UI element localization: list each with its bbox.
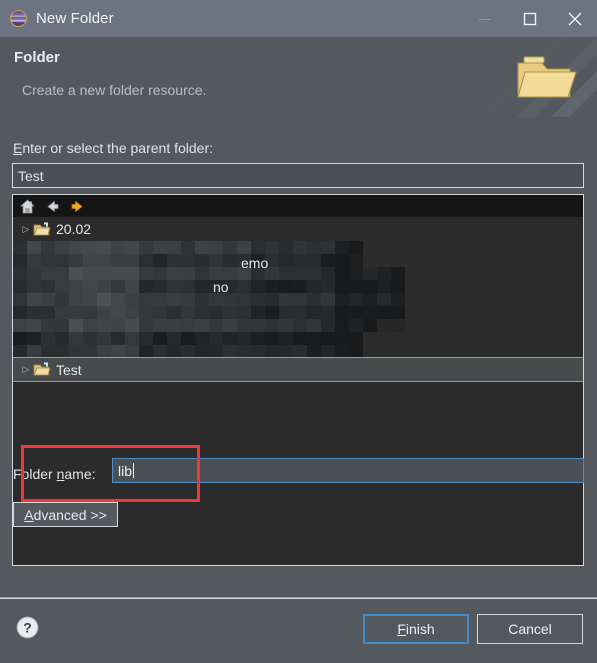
advanced-button-mnemonic: A [24,506,34,523]
svg-text:?: ? [23,620,32,636]
folder-name-value: lib [118,462,133,479]
folder-name-label-a: Folder [13,466,57,482]
folder-name-label-b: ame: [64,466,96,482]
banner-title: Folder [14,49,60,66]
parent-folder-input[interactable]: Test [12,163,584,188]
parent-folder-label-mnemonic: E [13,140,23,156]
cancel-button[interactable]: Cancel [477,614,583,644]
eclipse-icon [10,10,27,27]
finish-button-label: inish [405,621,435,637]
folder-icon [33,362,51,376]
tree-row-label: 20.02 [56,221,92,237]
minimize-icon [478,18,491,20]
help-icon[interactable]: ? [16,616,39,639]
banner-subtitle: Create a new folder resource. [22,82,207,98]
redacted-fragment-2: no [213,279,229,295]
advanced-button-label: dvanced >> [33,506,107,523]
new-folder-dialog: New Folder Folder Create a new folder re… [0,0,597,663]
advanced-button[interactable]: Advanced >> [13,502,118,527]
back-arrow-icon[interactable] [44,198,61,215]
tree-row-label: Test [56,361,82,378]
parent-folder-label-text: nter or select the parent folder: [22,140,214,156]
window-title: New Folder [36,10,114,27]
folder-name-label: Folder name: [13,466,96,482]
cancel-button-label: Cancel [508,621,552,637]
close-button[interactable] [552,0,597,37]
home-icon[interactable] [19,198,36,215]
folder-icon [33,222,51,235]
tree-row[interactable]: ▷ Test [13,357,583,382]
folder-name-input[interactable]: lib [112,458,584,483]
redacted-region [13,241,405,358]
wizard-banner: Folder Create a new folder resource. [0,37,597,117]
parent-folder-value: Test [18,167,44,184]
window-controls [462,0,597,37]
close-icon [568,12,581,25]
expand-triangle-icon[interactable]: ▷ [19,224,33,234]
title-bar[interactable]: New Folder [0,0,597,37]
parent-folder-label: Enter or select the parent folder: [13,140,213,156]
tree-toolbar [13,195,583,217]
text-caret [133,463,135,478]
redacted-fragment-1: emo [241,255,269,271]
tree-row[interactable]: ▷ 20.02 [13,217,583,241]
finish-button-mnemonic: F [397,621,406,637]
forward-arrow-icon[interactable] [69,198,86,215]
finish-button[interactable]: Finish [363,614,469,644]
open-folder-icon [512,53,578,105]
minimize-button[interactable] [462,0,507,37]
dialog-content: Enter or select the parent folder: Test [0,118,597,598]
expand-triangle-icon[interactable]: ▷ [19,365,33,374]
maximize-icon [523,12,536,25]
maximize-button[interactable] [507,0,552,37]
